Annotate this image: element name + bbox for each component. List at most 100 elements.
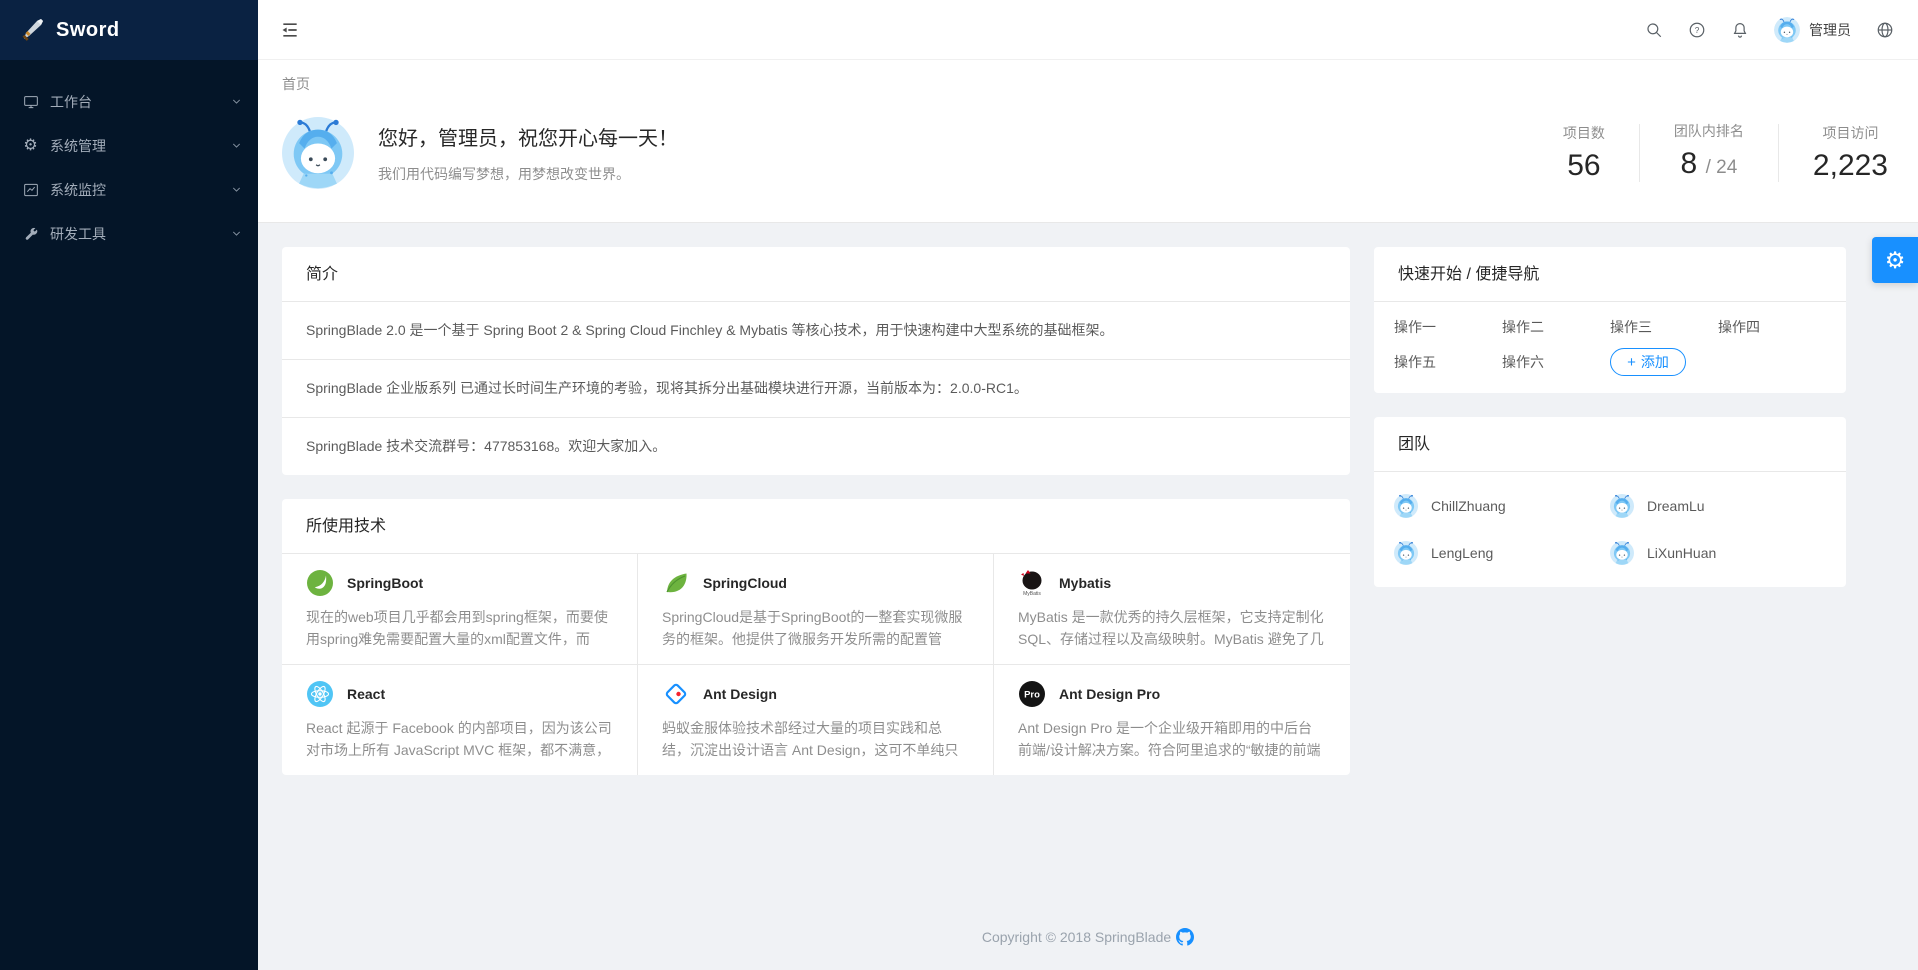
- team-member[interactable]: LiXunHuan: [1610, 541, 1826, 565]
- tech-desc: React 起源于 Facebook 的内部项目，因为该公司对市场上所有 Jav…: [306, 717, 613, 761]
- intro-paragraph: SpringBlade 企业版系列 已通过长时间生产环境的考验，现将其拆分出基础…: [282, 360, 1350, 418]
- chevron-down-icon: [231, 138, 242, 154]
- quick-action-6[interactable]: 操作六: [1502, 352, 1610, 372]
- globe-icon[interactable]: [1876, 21, 1894, 39]
- welcome-band: 首页 您好，管理员，祝您开心每一天！ 我们用代码编写梦想，用梦想改变世界。 项目…: [258, 60, 1918, 223]
- line-chart-icon: [22, 182, 39, 199]
- tech-cell-springcloud[interactable]: SpringCloud SpringCloud是基于SpringBoot的一整套…: [638, 554, 994, 665]
- sidebar-item-label: 工作台: [50, 92, 231, 112]
- stat-suffix: / 24: [1706, 157, 1738, 178]
- chevron-down-icon: [231, 182, 242, 198]
- quick-action-3[interactable]: 操作三: [1610, 317, 1718, 337]
- ant-design-pro-icon: Pro: [1018, 680, 1046, 708]
- welcome-title: 您好，管理员，祝您开心每一天！: [378, 122, 678, 151]
- tech-card-title: 所使用技术: [282, 499, 1350, 554]
- avatar: [1394, 494, 1418, 518]
- intro-card: 简介 SpringBlade 2.0 是一个基于 Spring Boot 2 &…: [282, 247, 1350, 475]
- search-icon[interactable]: [1645, 21, 1663, 39]
- tech-card: 所使用技术 SpringBoot 现在的web项目几乎都会用到spring框架，…: [282, 499, 1350, 775]
- ant-design-icon: [662, 680, 690, 708]
- welcome-avatar: [282, 117, 354, 189]
- intro-paragraph: SpringBlade 2.0 是一个基于 Spring Boot 2 & Sp…: [282, 302, 1350, 360]
- team-member[interactable]: DreamLu: [1610, 494, 1826, 518]
- plus-icon: +: [1627, 355, 1636, 370]
- copyright-text: Copyright © 2018 SpringBlade: [982, 929, 1171, 945]
- member-name: LengLeng: [1431, 545, 1493, 561]
- avatar: [1610, 541, 1634, 565]
- tech-name: Ant Design Pro: [1059, 686, 1160, 702]
- tech-name: Mybatis: [1059, 575, 1111, 591]
- tech-desc: 现在的web项目几乎都会用到spring框架，而要使用spring难免需要配置大…: [306, 606, 613, 650]
- wrench-icon: [22, 226, 39, 243]
- menu-fold-icon[interactable]: [280, 19, 302, 41]
- sidebar-item-workbench[interactable]: 工作台: [0, 80, 258, 124]
- github-icon[interactable]: [1176, 928, 1194, 946]
- sidebar-menu: 工作台 ⚙ 系统管理 系统监控 研发工具: [0, 60, 258, 256]
- member-name: ChillZhuang: [1431, 498, 1506, 514]
- team-member[interactable]: LengLeng: [1394, 541, 1610, 565]
- stat-label: 项目访问: [1813, 123, 1888, 143]
- gear-icon: ⚙: [1885, 249, 1906, 272]
- tech-name: React: [347, 686, 385, 702]
- user-menu[interactable]: 管理员: [1774, 17, 1851, 43]
- tech-cell-springboot[interactable]: SpringBoot 现在的web项目几乎都会用到spring框架，而要使用sp…: [282, 554, 638, 665]
- sidebar-item-system-admin[interactable]: ⚙ 系统管理: [0, 124, 258, 168]
- intro-paragraph: SpringBlade 技术交流群号：477853168。欢迎大家加入。: [282, 418, 1350, 475]
- breadcrumb[interactable]: 首页: [282, 74, 310, 94]
- stat-team-rank: 团队内排名 8 / 24: [1640, 121, 1778, 186]
- member-name: LiXunHuan: [1647, 545, 1716, 561]
- tech-name: SpringCloud: [703, 575, 787, 591]
- app-logo[interactable]: Sword: [0, 0, 258, 60]
- content: 简介 SpringBlade 2.0 是一个基于 Spring Boot 2 &…: [258, 223, 1918, 970]
- monitor-icon: [22, 94, 39, 111]
- tech-cell-antdesignpro[interactable]: Pro Ant Design Pro Ant Design Pro 是一个企业级…: [994, 665, 1350, 775]
- stat-value: 8 / 24: [1674, 146, 1744, 186]
- intro-card-title: 简介: [282, 247, 1350, 302]
- header-stats: 项目数 56 团队内排名 8 / 24 项目访问 2,223: [1529, 121, 1894, 186]
- stat-project-visits: 项目访问 2,223: [1779, 123, 1894, 184]
- springboot-icon: [306, 569, 334, 597]
- tech-desc: MyBatis 是一款优秀的持久层框架，它支持定制化 SQL、存储过程以及高级映…: [1018, 606, 1326, 650]
- topbar-actions: ? 管理员: [1645, 17, 1894, 43]
- quick-action-2[interactable]: 操作二: [1502, 317, 1610, 337]
- stat-value: 2,223: [1813, 148, 1888, 184]
- add-button-label: 添加: [1641, 352, 1669, 372]
- tech-cell-antdesign[interactable]: Ant Design 蚂蚁金服体验技术部经过大量的项目实践和总结，沉淀出设计语言…: [638, 665, 994, 775]
- team-members: ChillZhuang DreamLu LengLeng LiXunH: [1374, 472, 1846, 587]
- tech-desc: SpringCloud是基于SpringBoot的一整套实现微服务的框架。他提供…: [662, 606, 969, 650]
- app-title: Sword: [56, 19, 120, 42]
- settings-drawer-button[interactable]: ⚙: [1872, 237, 1918, 283]
- sidebar-item-dev-tools[interactable]: 研发工具: [0, 212, 258, 256]
- stat-projects: 项目数 56: [1529, 123, 1639, 184]
- tech-cell-mybatis[interactable]: MyBatis Mybatis MyBatis 是一款优秀的持久层框架，它支持定…: [994, 554, 1350, 665]
- bell-icon[interactable]: [1731, 21, 1749, 39]
- avatar: [1774, 17, 1800, 43]
- tech-desc: Ant Design Pro 是一个企业级开箱即用的中后台前端/设计解决方案。符…: [1018, 717, 1326, 761]
- quick-action-4[interactable]: 操作四: [1718, 317, 1826, 337]
- quick-start-card: 快速开始 / 便捷导航 操作一 操作二 操作三 操作四 操作五 操作六 + 添加: [1374, 247, 1846, 393]
- sidebar-item-label: 系统管理: [50, 136, 231, 156]
- svg-text:Pro: Pro: [1024, 690, 1040, 701]
- quick-action-1[interactable]: 操作一: [1394, 317, 1502, 337]
- welcome-subtitle: 我们用代码编写梦想，用梦想改变世界。: [378, 164, 678, 184]
- tech-name: Ant Design: [703, 686, 777, 702]
- team-member[interactable]: ChillZhuang: [1394, 494, 1610, 518]
- chevron-down-icon: [231, 94, 242, 110]
- tech-cell-react[interactable]: React React 起源于 Facebook 的内部项目，因为该公司对市场上…: [282, 665, 638, 775]
- sword-icon: [20, 17, 46, 43]
- sidebar-item-label: 系统监控: [50, 180, 231, 200]
- stat-value: 56: [1563, 148, 1605, 184]
- quick-action-5[interactable]: 操作五: [1394, 352, 1502, 372]
- add-action-button[interactable]: + 添加: [1610, 348, 1686, 376]
- help-icon[interactable]: ?: [1688, 21, 1706, 39]
- team-card: 团队 ChillZhuang DreamLu LengLeng: [1374, 417, 1846, 587]
- username: 管理员: [1809, 20, 1851, 40]
- avatar: [1610, 494, 1634, 518]
- svg-text:?: ?: [1695, 26, 1700, 35]
- sidebar-item-system-monitor[interactable]: 系统监控: [0, 168, 258, 212]
- gear-icon: ⚙: [22, 138, 39, 155]
- svg-text:MyBatis: MyBatis: [1023, 591, 1041, 597]
- avatar: [1394, 541, 1418, 565]
- react-icon: [306, 680, 334, 708]
- footer: Copyright © 2018 SpringBlade: [258, 928, 1918, 946]
